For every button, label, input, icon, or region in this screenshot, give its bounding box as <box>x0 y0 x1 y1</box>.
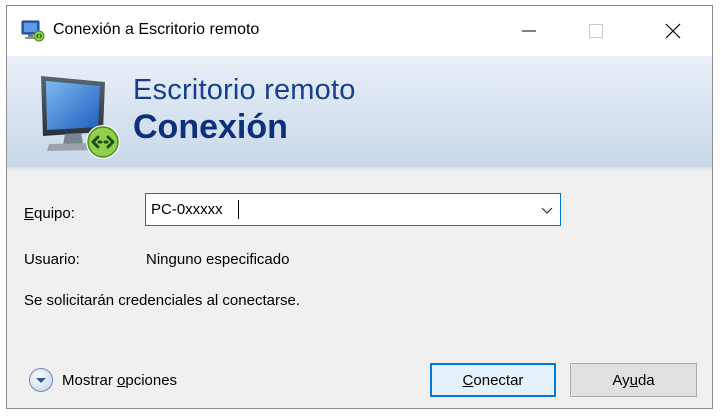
connect-button[interactable]: Conectar <box>430 363 556 397</box>
help-label-rest: da <box>637 371 655 389</box>
computer-label: Equipo: <box>24 205 75 222</box>
computer-label-mnemonic: E <box>24 205 35 222</box>
banner-divider <box>7 167 712 172</box>
computer-combobox[interactable]: PC-0xxxxx <box>145 193 561 226</box>
remote-desktop-app-icon <box>21 20 45 42</box>
close-icon <box>665 23 681 39</box>
computer-label-text: quipo: <box>34 205 75 222</box>
show-options-label-rest: pciones <box>125 371 178 389</box>
show-options-label: Mostrar opciones <box>62 372 177 389</box>
remote-desktop-monitor-icon <box>41 76 120 159</box>
text-caret <box>238 200 239 219</box>
user-value: Ninguno especificado <box>146 251 290 268</box>
close-button[interactable] <box>650 6 696 56</box>
maximize-icon <box>589 24 603 38</box>
banner-subtitle: Conexión <box>133 108 288 146</box>
help-mnemonic: u <box>629 371 638 389</box>
expand-circle-icon[interactable] <box>28 367 54 393</box>
help-button[interactable]: Ay u da <box>570 363 697 397</box>
show-options-toggle[interactable]: Mostrar opciones <box>28 367 177 393</box>
connect-mnemonic: C <box>462 371 474 389</box>
title-bar[interactable]: Conexión a Escritorio remoto <box>7 6 712 56</box>
user-label: Usuario: <box>24 251 80 268</box>
show-options-label-prefix: Mostrar <box>62 371 118 389</box>
header-banner: Escritorio remoto Conexión <box>7 56 712 170</box>
window-title: Conexión a Escritorio remoto <box>53 21 260 38</box>
banner-title: Escritorio remoto <box>133 74 356 106</box>
connect-label-rest: onectar <box>473 371 524 389</box>
maximize-button <box>573 6 619 56</box>
minimize-button[interactable] <box>506 6 552 56</box>
minimize-icon <box>522 30 536 32</box>
help-label-prefix: Ay <box>612 371 630 389</box>
computer-input[interactable]: PC-0xxxxx <box>151 201 223 218</box>
credentials-note: Se solicitarán credenciales al conectars… <box>24 292 300 309</box>
remote-desktop-window: Conexión a Escritorio remoto Escritorio … <box>6 5 713 409</box>
chevron-down-icon[interactable] <box>540 203 554 217</box>
